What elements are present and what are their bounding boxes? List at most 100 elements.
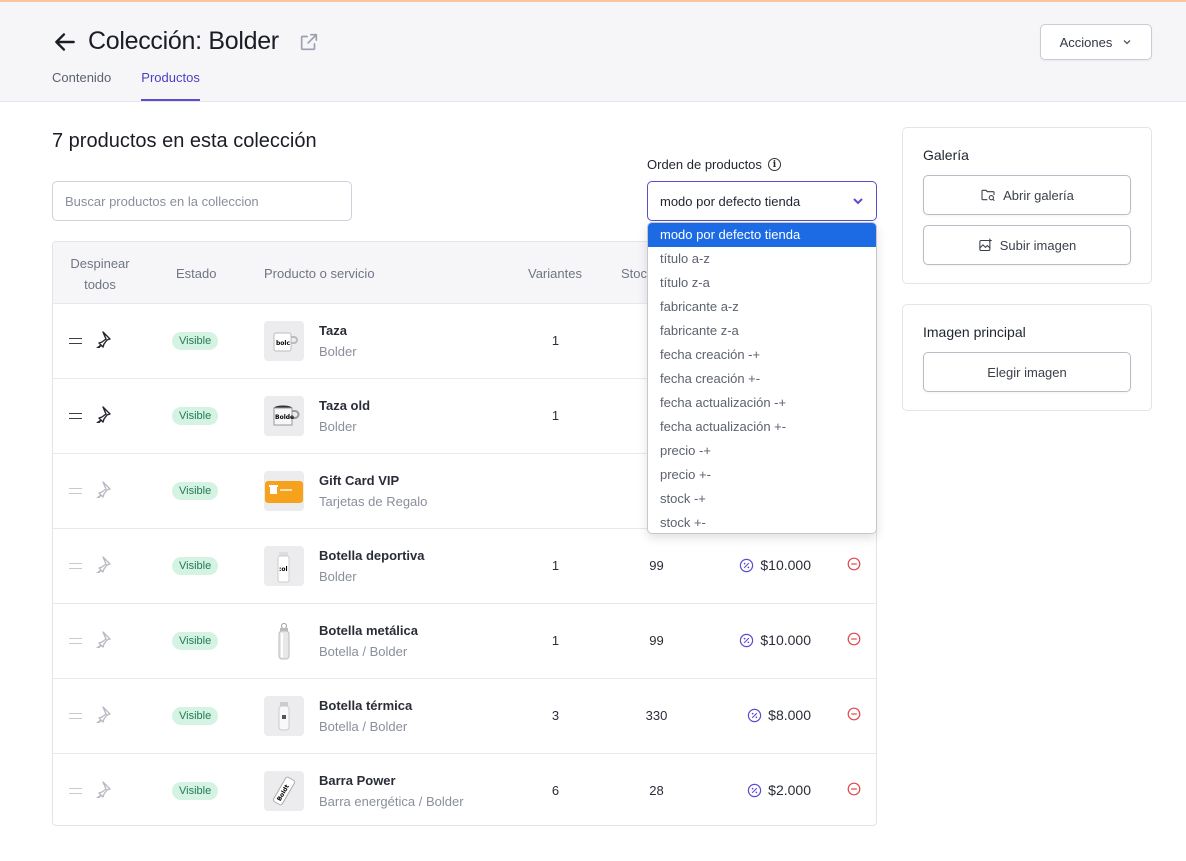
- order-option[interactable]: modo por defecto tienda: [648, 223, 876, 247]
- order-option[interactable]: fecha actualización +-: [648, 415, 876, 439]
- product-count-heading: 7 productos en esta colección: [52, 130, 317, 152]
- back-arrow-icon[interactable]: [52, 29, 78, 55]
- discount-icon: [740, 633, 754, 647]
- price-value: $8.000: [768, 707, 811, 723]
- upload-image-button[interactable]: Subir imagen: [923, 225, 1131, 265]
- product-name[interactable]: Taza old: [319, 398, 370, 413]
- remove-icon[interactable]: [847, 632, 861, 646]
- tab-productos[interactable]: Productos: [141, 70, 200, 101]
- product-name[interactable]: Barra Power: [319, 773, 396, 788]
- drag-handle-icon[interactable]: [69, 338, 82, 344]
- variants-count: 3: [551, 708, 560, 723]
- product-name[interactable]: Taza: [319, 323, 347, 338]
- order-option[interactable]: título z-a: [648, 271, 876, 295]
- price-value: $10.000: [760, 632, 811, 648]
- order-option[interactable]: fabricante z-a: [648, 319, 876, 343]
- product-name[interactable]: Gift Card VIP: [319, 473, 399, 488]
- order-option[interactable]: precio -+: [648, 439, 876, 463]
- order-option[interactable]: fabricante a-z: [648, 295, 876, 319]
- product-thumbnail: [264, 696, 304, 736]
- product-subtitle: Bolder: [319, 344, 357, 359]
- drag-handle-icon[interactable]: [69, 638, 82, 644]
- status-badge: Visible: [172, 557, 219, 575]
- status-badge: Visible: [172, 482, 219, 500]
- product-name[interactable]: Botella deportiva: [319, 548, 424, 563]
- variants-count: 1: [551, 558, 560, 573]
- open-gallery-button[interactable]: Abrir galería: [923, 175, 1131, 215]
- pin-icon[interactable]: [94, 405, 112, 423]
- external-link-icon[interactable]: [298, 31, 320, 53]
- drag-handle-icon[interactable]: [69, 788, 82, 794]
- stock-count: 99: [649, 558, 664, 573]
- order-select[interactable]: modo por defecto tienda: [647, 181, 877, 221]
- header-product: Producto o servicio: [264, 266, 375, 281]
- header-unpin-all[interactable]: Despinear todos: [69, 253, 131, 295]
- drag-handle-icon[interactable]: [69, 413, 82, 419]
- order-option[interactable]: stock -+: [648, 487, 876, 511]
- actions-button[interactable]: Acciones: [1040, 24, 1152, 60]
- pin-icon[interactable]: [94, 480, 112, 498]
- page-title: Colección: Bolder: [88, 27, 279, 55]
- price: $8.000: [747, 707, 811, 723]
- pin-icon[interactable]: [94, 330, 112, 348]
- product-subtitle: Botella / Bolder: [319, 719, 408, 734]
- product-thumbnail: [264, 471, 304, 511]
- status-badge: Visible: [172, 707, 219, 725]
- drag-handle-icon[interactable]: [69, 563, 82, 569]
- order-option[interactable]: fecha creación -+: [648, 343, 876, 367]
- table-row: Visible Botella metálica Botella / Bolder 1…: [53, 604, 876, 679]
- pin-icon[interactable]: [94, 630, 112, 648]
- chevron-down-icon: [1123, 40, 1131, 45]
- pin-icon[interactable]: [94, 555, 112, 573]
- pin-icon[interactable]: [94, 780, 112, 798]
- order-option[interactable]: stock +-: [648, 511, 876, 533]
- svg-text:Bolde: Bolde: [275, 414, 294, 421]
- remove-icon[interactable]: [847, 557, 861, 571]
- order-option[interactable]: título a-z: [648, 247, 876, 271]
- product-name[interactable]: Botella metálica: [319, 623, 418, 638]
- header-status: Estado: [176, 266, 217, 281]
- product-thumbnail: bolc: [264, 321, 304, 361]
- main-image-card: Imagen principal Elegir imagen: [902, 304, 1152, 411]
- product-subtitle: Botella / Bolder: [319, 644, 408, 659]
- variants-count: 6: [551, 783, 560, 798]
- tab-contenido[interactable]: Contenido: [52, 70, 111, 101]
- price: $10.000: [739, 632, 811, 648]
- order-option[interactable]: fecha actualización -+: [648, 391, 876, 415]
- main-image-title: Imagen principal: [923, 324, 1026, 340]
- info-icon[interactable]: i: [767, 158, 781, 171]
- drag-handle-icon[interactable]: [69, 713, 82, 719]
- order-label: Orden de productos i: [647, 157, 781, 172]
- drag-handle-icon[interactable]: [69, 488, 82, 494]
- search-input[interactable]: [52, 181, 352, 221]
- remove-icon[interactable]: [847, 782, 861, 796]
- variants-count: 1: [551, 333, 560, 348]
- discount-icon: [747, 708, 762, 722]
- order-options-list: modo por defecto tienda título a-z título …: [648, 223, 876, 533]
- gallery-card: Galería Abrir galería Subir imagen: [902, 127, 1152, 284]
- order-option[interactable]: fecha creación +-: [648, 367, 876, 391]
- stock-count: 28: [649, 783, 664, 798]
- product-subtitle: Barra energética / Bolder: [319, 794, 464, 809]
- order-option[interactable]: precio +-: [648, 463, 876, 487]
- product-name[interactable]: Botella térmica: [319, 698, 412, 713]
- choose-image-button[interactable]: Elegir imagen: [923, 352, 1131, 392]
- discount-icon: [740, 558, 754, 572]
- gallery-title: Galería: [923, 147, 969, 163]
- chevron-down-icon: [853, 198, 863, 205]
- product-subtitle: Tarjetas de Regalo: [319, 494, 428, 509]
- tab-bar: Contenido Productos: [52, 70, 200, 101]
- upload-image-label: Subir imagen: [999, 237, 1077, 253]
- pin-icon[interactable]: [94, 705, 112, 723]
- svg-text:bolc: bolc: [276, 340, 290, 347]
- remove-icon[interactable]: [847, 707, 861, 721]
- header-variants: Variantes: [528, 266, 582, 281]
- status-badge: Visible: [172, 407, 219, 425]
- actions-label: Acciones: [1059, 34, 1113, 50]
- product-subtitle: Bolder: [319, 569, 357, 584]
- choose-image-label: Elegir imagen: [987, 364, 1067, 380]
- order-dropdown: modo por defecto tienda título a-z título …: [647, 222, 877, 534]
- open-gallery-label: Abrir galería: [1003, 187, 1074, 203]
- table-row: Visible:ol Botella deportiva Bolder 1 99 $10.…: [53, 529, 876, 604]
- product-thumbnail: Boldt: [264, 771, 304, 811]
